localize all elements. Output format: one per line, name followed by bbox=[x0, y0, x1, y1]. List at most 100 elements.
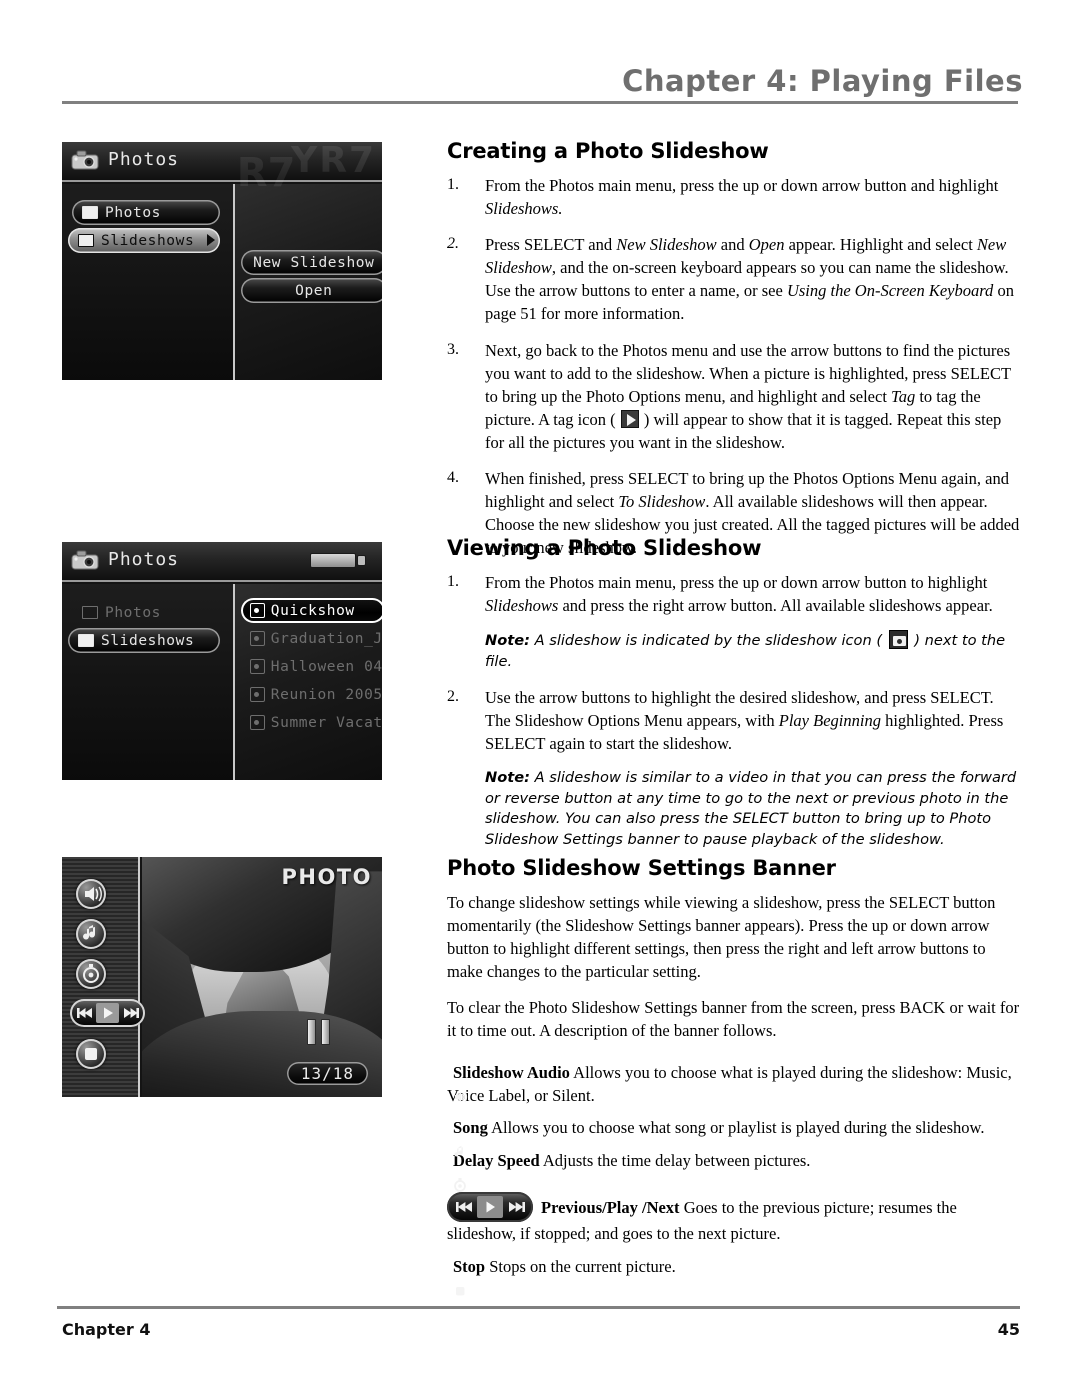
glossary-term: Stop bbox=[453, 1256, 486, 1276]
slideshow-icon bbox=[249, 603, 265, 618]
shot2-item-slideshows[interactable]: Slideshows bbox=[68, 628, 220, 653]
section-creating-a-photo-slideshow: Creating a Photo Slideshow 1. From the P… bbox=[447, 139, 1020, 572]
camera-icon bbox=[71, 550, 99, 570]
photo-counter: 13/18 bbox=[286, 1062, 368, 1085]
page-header-title: Chapter 4: Playing Files bbox=[622, 64, 1023, 98]
stop-button[interactable] bbox=[76, 1039, 106, 1069]
folder-icon bbox=[82, 206, 98, 219]
shot1-titlebar: YR7 Photos bbox=[62, 142, 382, 182]
shot1-item-photos[interactable]: Photos bbox=[72, 200, 220, 225]
shot1-watermark: YR7 bbox=[291, 142, 376, 181]
step-item: 1. From the Photos main menu, press the … bbox=[447, 174, 1020, 220]
shot2-slideshow-quickshow[interactable]: Quickshow bbox=[240, 598, 382, 623]
glossary-stop: Stop Stops on the current picture. bbox=[447, 1255, 1020, 1296]
folder-icon bbox=[82, 606, 98, 619]
next-icon bbox=[503, 1196, 529, 1218]
screenshot-photo-slideshow-banner: PHOTO 13/18 bbox=[62, 857, 382, 1097]
step-text: Next, go back to the Photos menu and use… bbox=[485, 340, 1011, 452]
shot2-slideshow-graduation-label: Graduation_Joe bbox=[270, 630, 382, 647]
step-text: Use the arrow buttons to highlight the d… bbox=[485, 687, 1004, 753]
shot1-action-open-label: Open bbox=[295, 282, 333, 299]
shot2-slideshow-summer-label: Summer Vacatio bbox=[270, 714, 382, 731]
shot2-slideshow-halloween-label: Halloween 04 bbox=[270, 658, 382, 675]
shot1-right-pane: R7 New Slideshow Open bbox=[234, 150, 382, 380]
shot2-slideshow-quickshow-label: Quickshow bbox=[270, 602, 355, 619]
step-number: 2. bbox=[447, 687, 459, 705]
glossary-desc: Stops on the current picture. bbox=[485, 1256, 676, 1276]
shot2-item-photos-label: Photos bbox=[105, 604, 161, 621]
section-viewing-a-photo-slideshow: Viewing a Photo Slideshow 1. From the Ph… bbox=[447, 536, 1020, 864]
chevron-right-icon bbox=[207, 234, 215, 246]
shot2-left-pane: Photos Slideshows bbox=[62, 584, 235, 780]
previous-icon bbox=[451, 1196, 477, 1218]
slideshow-icon bbox=[249, 659, 265, 674]
shot2-slideshow-reunion[interactable]: Reunion 2005 bbox=[241, 682, 382, 707]
shot2-titlebar: Photos bbox=[62, 542, 382, 582]
glossary-slideshow-audio: Slideshow Audio Allows you to choose wha… bbox=[447, 1061, 1020, 1108]
glossary-term: Slideshow Audio bbox=[453, 1062, 570, 1082]
step-text: From the Photos main menu, press the up … bbox=[485, 573, 993, 616]
footer-page-number: 45 bbox=[997, 1320, 1020, 1339]
note-slideshow-playback: Note: A slideshow is similar to a video … bbox=[485, 768, 1017, 849]
delay-speed-button[interactable] bbox=[76, 959, 106, 989]
glossary-delay-speed: Delay Speed Adjusts the time delay betwe… bbox=[447, 1149, 1020, 1192]
previous-play-next-button[interactable] bbox=[70, 999, 145, 1027]
shot2-slideshow-graduation[interactable]: Graduation_Joe bbox=[241, 626, 382, 651]
transport-icon bbox=[447, 1192, 533, 1223]
banner-paragraph-2: To clear the Photo Slideshow Settings ba… bbox=[447, 998, 1020, 1041]
shot2-slideshow-summer[interactable]: Summer Vacatio bbox=[241, 710, 382, 735]
section-heading-creating: Creating a Photo Slideshow bbox=[447, 139, 769, 163]
step-text: From the Photos main menu, press the up … bbox=[485, 176, 999, 219]
shot1-item-slideshows-label: Slideshows bbox=[101, 232, 195, 249]
next-icon[interactable] bbox=[119, 1003, 142, 1023]
step-number: 1. bbox=[447, 573, 459, 590]
shot2-title: Photos bbox=[108, 549, 180, 570]
play-icon bbox=[477, 1196, 503, 1219]
slideshow-icon bbox=[249, 687, 265, 702]
shot1-action-new-slideshow[interactable]: New Slideshow bbox=[240, 250, 382, 275]
shot2-right-pane: Quickshow Graduation_Joe Halloween 04 Re… bbox=[234, 584, 382, 780]
footer-chapter-label: Chapter 4 bbox=[62, 1320, 151, 1339]
shot1-action-new-slideshow-label: New Slideshow bbox=[253, 254, 375, 271]
shot2-item-slideshows-label: Slideshows bbox=[101, 632, 195, 649]
step-number: 3. bbox=[447, 340, 459, 358]
banner-paragraph-1: To change slideshow settings while viewi… bbox=[447, 893, 996, 982]
step-item: 3. Next, go back to the Photos menu and … bbox=[447, 339, 1020, 454]
section-heading-banner: Photo Slideshow Settings Banner bbox=[447, 856, 836, 880]
note-slideshow-icon: Note: A slideshow is indicated by the sl… bbox=[485, 630, 1006, 670]
step-item: 1. From the Photos main menu, press the … bbox=[447, 571, 1020, 617]
shot1-right-watermark: R7 bbox=[236, 150, 296, 196]
glossary-song: Song Allows you to choose what song or p… bbox=[447, 1116, 1020, 1157]
slideshow-audio-button[interactable] bbox=[76, 879, 106, 909]
header-divider bbox=[62, 101, 1018, 104]
screenshot-photos-new-slideshow: YR7 Photos Photos Slideshows R7 New Slid… bbox=[62, 142, 382, 380]
battery-icon bbox=[310, 553, 366, 568]
shot1-item-slideshows[interactable]: Slideshows bbox=[68, 228, 220, 253]
manual-page: Chapter 4: Playing Files YR7 Photos Phot… bbox=[0, 0, 1080, 1397]
camera-icon bbox=[71, 150, 99, 170]
folder-icon bbox=[78, 234, 94, 247]
shot1-action-open[interactable]: Open bbox=[240, 278, 382, 303]
slideshow-icon bbox=[249, 715, 265, 730]
slideshow-settings-banner bbox=[62, 857, 145, 1097]
slideshow-icon bbox=[249, 631, 265, 646]
song-button[interactable] bbox=[76, 919, 106, 949]
shot1-title: Photos bbox=[108, 149, 180, 170]
photo-preview: PHOTO 13/18 bbox=[142, 857, 382, 1097]
step-number: 2. bbox=[447, 235, 459, 253]
step-item: 2. Press SELECT and New Slideshow and Op… bbox=[447, 233, 1020, 325]
shot2-item-photos[interactable]: Photos bbox=[72, 600, 220, 625]
shot2-slideshow-reunion-label: Reunion 2005 bbox=[270, 686, 382, 703]
play-icon[interactable] bbox=[96, 1003, 119, 1023]
step-number: 1. bbox=[447, 176, 459, 193]
glossary-desc: Adjusts the time delay between pictures. bbox=[539, 1150, 811, 1170]
glossary-term: Previous/Play /Next bbox=[541, 1198, 680, 1218]
glossary-desc: Allows you to choose what song or playli… bbox=[487, 1118, 985, 1138]
footer-divider bbox=[57, 1306, 1020, 1309]
shot2-slideshow-halloween[interactable]: Halloween 04 bbox=[241, 654, 382, 679]
glossary-term: Song bbox=[453, 1118, 488, 1138]
previous-icon[interactable] bbox=[73, 1003, 96, 1023]
folder-open-icon bbox=[78, 634, 94, 647]
shot1-item-photos-label: Photos bbox=[105, 204, 161, 221]
screenshot-slideshows-list: Photos Photos Slideshows Quickshow Gradu… bbox=[62, 542, 382, 780]
